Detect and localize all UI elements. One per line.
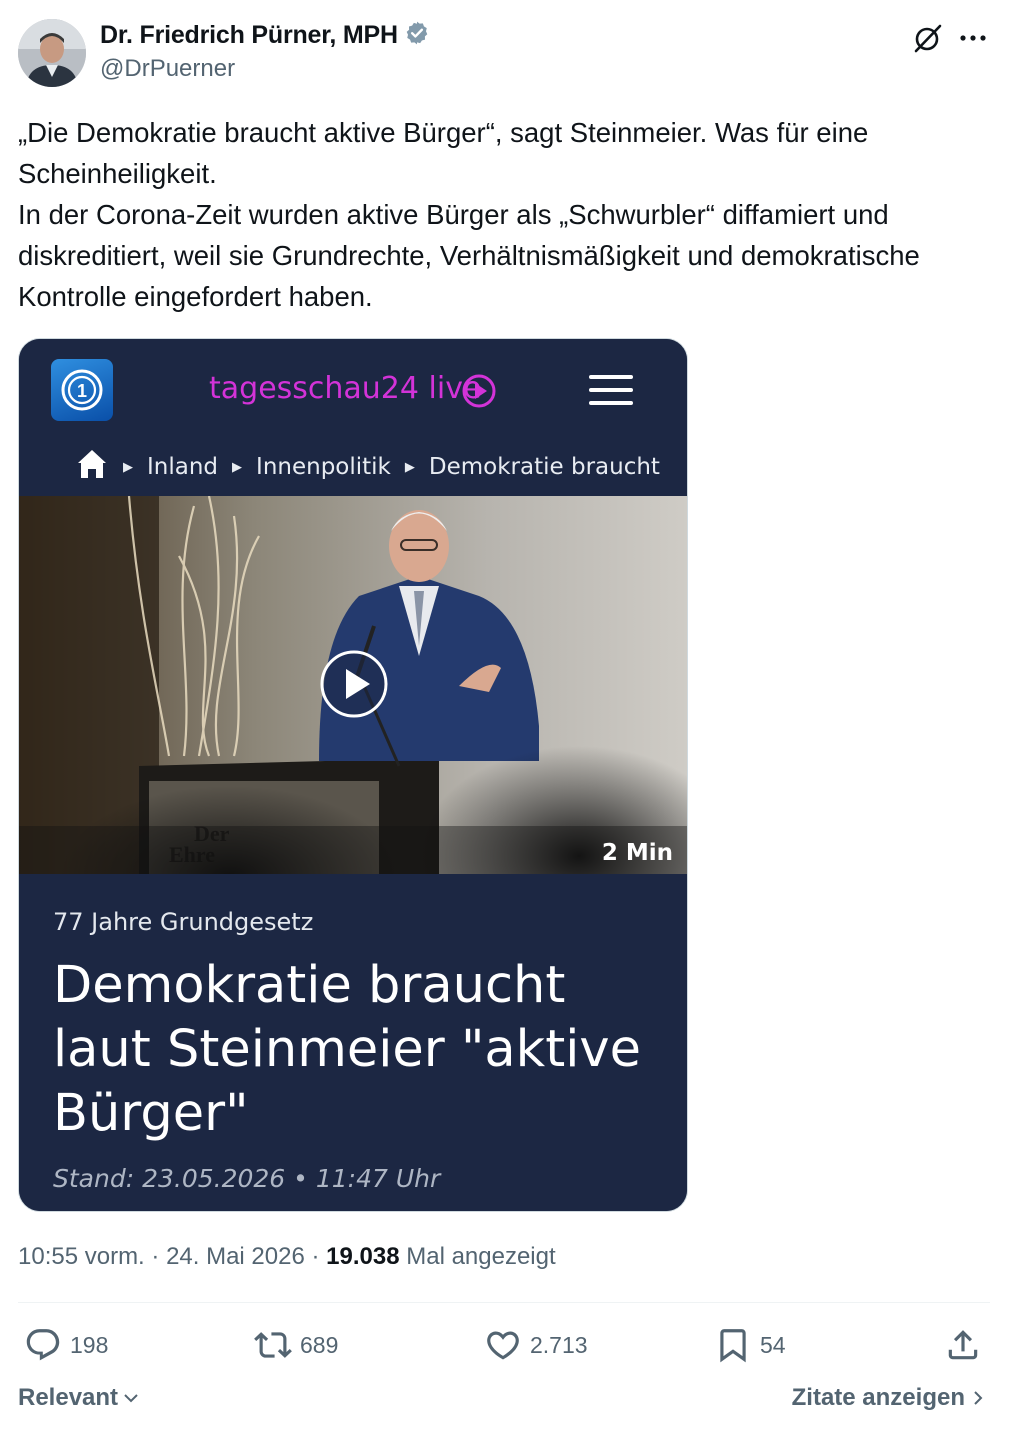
reply-count: 198 xyxy=(70,1331,109,1358)
reply-icon xyxy=(26,1329,60,1361)
breadcrumb-arrow-icon: ▶ xyxy=(123,459,133,475)
tweet-date[interactable]: 24. Mai 2026 xyxy=(166,1243,305,1270)
like-count: 2.713 xyxy=(530,1331,588,1358)
chevron-right-icon xyxy=(974,1391,983,1405)
tweet-text: „Die Demokratie braucht aktive Bürger“, … xyxy=(18,112,993,317)
action-bar: 198 689 2.713 54 xyxy=(0,1322,1009,1368)
repost-button[interactable]: 689 xyxy=(254,1326,338,1364)
tweet-paragraph-1: „Die Demokratie braucht aktive Bürger“, … xyxy=(18,117,869,189)
share-button[interactable] xyxy=(944,1326,982,1364)
video-thumbnail: Der Ehre 2 Min xyxy=(19,496,687,874)
ard-logo-icon: 1 xyxy=(51,359,113,421)
like-button[interactable]: 2.713 xyxy=(484,1326,588,1364)
grok-icon xyxy=(914,24,942,53)
heart-icon xyxy=(487,1331,519,1360)
site-title: tagesschau24 live xyxy=(209,371,482,406)
breadcrumb: ▶ Inland ▶ Innenpolitik ▶ Demokratie bra… xyxy=(75,447,660,487)
article-teaser: 77 Jahre Grundgesetz Demokratie braucht … xyxy=(19,874,687,1211)
bookmark-count: 54 xyxy=(760,1331,786,1358)
live-play-icon xyxy=(461,373,497,414)
more-options-button[interactable] xyxy=(952,18,994,58)
grok-button[interactable] xyxy=(908,18,948,58)
repost-count: 689 xyxy=(300,1331,339,1358)
breadcrumb-arrow-icon: ▶ xyxy=(404,459,415,475)
author-name[interactable]: Dr. Friedrich Pürner, MPH xyxy=(100,21,398,50)
article-timestamp: Stand: 23.05.2026 • 11:47 Uhr xyxy=(53,1164,441,1193)
video-duration: 2 Min xyxy=(601,840,673,866)
meta-separator: · xyxy=(304,1243,327,1270)
tweet-time[interactable]: 10:55 vorm. xyxy=(18,1243,145,1270)
author-block: Dr. Friedrich Pürner, MPH @DrPuerner xyxy=(100,20,430,83)
more-dots-icon xyxy=(960,35,986,41)
hamburger-menu-icon xyxy=(589,375,633,412)
svg-text:1: 1 xyxy=(77,381,87,401)
sort-replies-dropdown[interactable]: Relevant xyxy=(18,1384,140,1412)
bookmark-icon xyxy=(720,1329,746,1363)
share-icon xyxy=(948,1330,978,1360)
view-quotes-link[interactable]: Zitate anzeigen xyxy=(792,1384,985,1412)
tweet-paragraph-2: In der Corona-Zeit wurden aktive Bürger … xyxy=(18,199,920,312)
tweet-meta: 10:55 vorm. · 24. Mai 2026 · 19.038 Mal … xyxy=(18,1243,556,1271)
repost-icon xyxy=(254,1332,292,1358)
media-image[interactable]: 1 tagesschau24 live ▶ Inland ▶ Innenpoli… xyxy=(18,338,688,1212)
play-button[interactable] xyxy=(319,649,389,724)
breadcrumb-item: Inland xyxy=(147,454,219,480)
chevron-down-icon xyxy=(124,1394,138,1403)
verified-badge-icon xyxy=(404,20,430,51)
meta-separator: · xyxy=(144,1243,167,1270)
view-count: 19.038 xyxy=(326,1243,400,1270)
view-count-label: Mal angezeigt xyxy=(399,1243,556,1270)
breadcrumb-arrow-icon: ▶ xyxy=(232,459,243,475)
article-topline: 77 Jahre Grundgesetz xyxy=(53,908,314,936)
author-handle[interactable]: @DrPuerner xyxy=(100,55,430,83)
article-headline: Demokratie braucht laut Steinmeier "akti… xyxy=(53,956,641,1143)
bookmark-button[interactable]: 54 xyxy=(714,1326,786,1364)
home-icon xyxy=(75,447,109,487)
breadcrumb-item: Innenpolitik xyxy=(256,454,391,480)
avatar[interactable] xyxy=(18,19,86,87)
profile-photo-icon xyxy=(18,19,86,87)
sort-label: Relevant xyxy=(18,1384,119,1411)
quotes-label: Zitate anzeigen xyxy=(791,1384,965,1411)
divider xyxy=(18,1302,990,1303)
tagesschau-header: 1 tagesschau24 live ▶ Inland ▶ Innenpoli… xyxy=(19,339,687,496)
reply-button[interactable]: 198 xyxy=(24,1326,108,1364)
breadcrumb-item: Demokratie braucht xyxy=(428,454,660,480)
play-icon xyxy=(320,650,388,718)
